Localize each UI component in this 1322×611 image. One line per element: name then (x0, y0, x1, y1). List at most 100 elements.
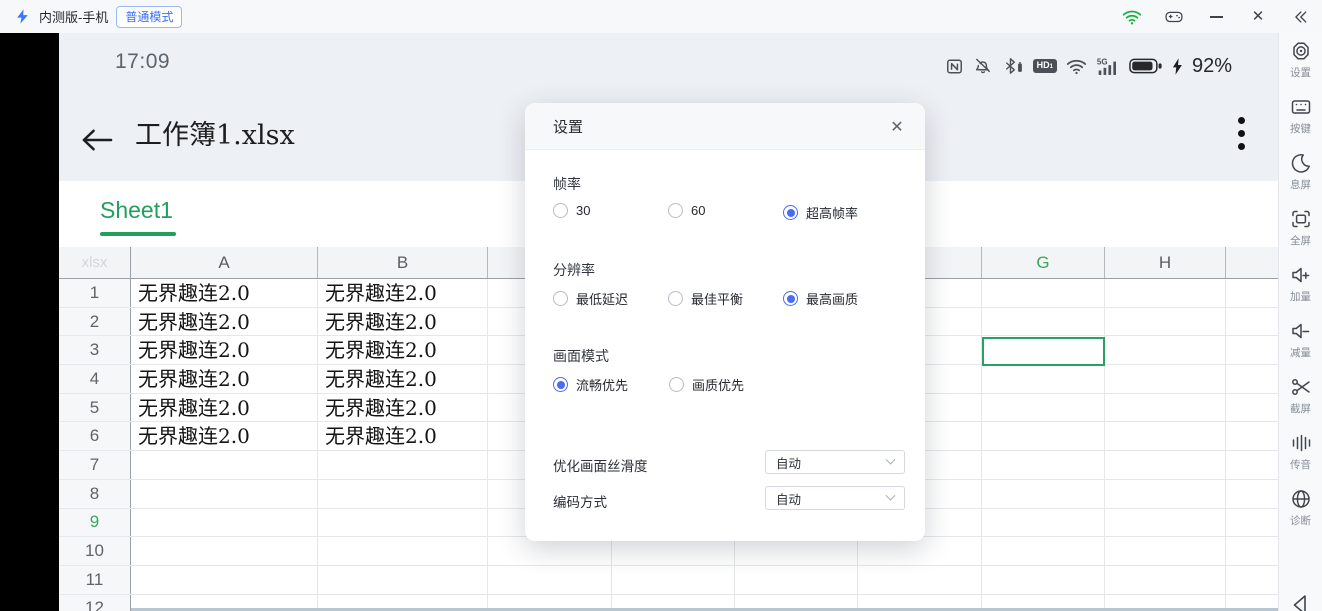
cell[interactable] (1105, 279, 1226, 307)
radio-unselected-icon[interactable] (668, 291, 683, 306)
cell-a3[interactable]: 无界趣连2.0 (131, 336, 318, 364)
row-header-8[interactable]: 8 (59, 480, 131, 508)
radio-option-60[interactable]: 60 (668, 203, 705, 218)
smoothness-dropdown[interactable]: 自动 (765, 450, 905, 474)
cell[interactable] (1226, 394, 1278, 422)
row-header-1[interactable]: 1 (59, 279, 131, 307)
cell[interactable] (982, 394, 1105, 422)
cell[interactable] (982, 566, 1105, 594)
encoding-dropdown[interactable]: 自动 (765, 486, 905, 510)
cell[interactable] (318, 480, 488, 508)
cell-a5[interactable]: 无界趣连2.0 (131, 394, 318, 422)
cell[interactable] (612, 566, 735, 594)
cell[interactable] (982, 308, 1105, 336)
radio-selected-icon[interactable] (783, 205, 798, 220)
row-header-2[interactable]: 2 (59, 308, 131, 336)
cell-a2[interactable]: 无界趣连2.0 (131, 308, 318, 336)
column-header-h[interactable]: H (1105, 247, 1226, 278)
cell[interactable] (982, 509, 1105, 537)
cell[interactable] (1105, 394, 1226, 422)
cell[interactable] (1105, 451, 1226, 479)
column-header-g-selected[interactable]: G (982, 247, 1105, 278)
row-header-5[interactable]: 5 (59, 394, 131, 422)
cell-a6[interactable]: 无界趣连2.0 (131, 422, 318, 450)
radio-unselected-icon[interactable] (668, 203, 683, 218)
cell[interactable] (982, 537, 1105, 565)
sidebar-item-screen-off[interactable]: 息屏 (1279, 152, 1322, 192)
cell-b1[interactable]: 无界趣连2.0 (318, 279, 488, 307)
cell[interactable] (1105, 566, 1226, 594)
cell[interactable] (612, 537, 735, 565)
cell[interactable] (1226, 336, 1278, 364)
cell[interactable] (982, 365, 1105, 393)
cell[interactable] (318, 566, 488, 594)
radio-option-best-quality[interactable]: 最高画质 (783, 289, 858, 308)
cell[interactable] (1105, 509, 1226, 537)
cell-a1[interactable]: 无界趣连2.0 (131, 279, 318, 307)
cell[interactable] (1105, 336, 1226, 364)
cell[interactable] (131, 509, 318, 537)
radio-selected-icon[interactable] (553, 377, 568, 392)
radio-option-quality-first[interactable]: 画质优先 (669, 375, 744, 394)
sidebar-item-keys[interactable]: 按键 (1279, 96, 1322, 136)
cell-b3[interactable]: 无界趣连2.0 (318, 336, 488, 364)
minimize-button[interactable] (1206, 7, 1226, 27)
radio-unselected-icon[interactable] (553, 203, 568, 218)
cell[interactable] (318, 451, 488, 479)
cell-a4[interactable]: 无界趣连2.0 (131, 365, 318, 393)
sidebar-item-screenshot[interactable]: 截屏 (1279, 376, 1322, 416)
sidebar-item-settings[interactable]: 设置 (1279, 40, 1322, 80)
gamepad-icon[interactable] (1164, 7, 1184, 27)
cell-b2[interactable]: 无界趣连2.0 (318, 308, 488, 336)
cell-b5[interactable]: 无界趣连2.0 (318, 394, 488, 422)
cell[interactable] (131, 451, 318, 479)
cell[interactable] (1226, 365, 1278, 393)
cell[interactable] (735, 566, 858, 594)
cell[interactable] (1226, 422, 1278, 450)
cell[interactable] (982, 451, 1105, 479)
back-arrow-icon[interactable] (80, 128, 113, 152)
cell[interactable] (1105, 308, 1226, 336)
row-header-7[interactable]: 7 (59, 451, 131, 479)
cell[interactable] (1105, 422, 1226, 450)
grid-corner-cell[interactable]: xlsx (59, 247, 131, 278)
dialog-close-icon[interactable]: ✕ (885, 115, 909, 139)
radio-unselected-icon[interactable] (553, 291, 568, 306)
cell[interactable] (1105, 537, 1226, 565)
radio-option-smooth-first[interactable]: 流畅优先 (553, 375, 628, 394)
cell[interactable] (1226, 451, 1278, 479)
row-header-11[interactable]: 11 (59, 566, 131, 594)
cell[interactable] (1226, 480, 1278, 508)
row-header-4[interactable]: 4 (59, 365, 131, 393)
radio-option-ultra-framerate[interactable]: 超高帧率 (783, 203, 858, 222)
cell-b4[interactable]: 无界趣连2.0 (318, 365, 488, 393)
radio-option-best-balance[interactable]: 最佳平衡 (668, 289, 743, 308)
column-header-tail[interactable] (1226, 247, 1278, 278)
cell[interactable] (982, 480, 1105, 508)
collapse-sidebar-icon[interactable] (1290, 7, 1310, 27)
cell[interactable] (1226, 279, 1278, 307)
cell[interactable] (1226, 566, 1278, 594)
radio-option-lowest-latency[interactable]: 最低延迟 (553, 289, 628, 308)
sidebar-item-volume-up[interactable]: 加量 (1279, 264, 1322, 304)
cell[interactable] (1226, 308, 1278, 336)
cell[interactable] (488, 566, 612, 594)
sheet-tab[interactable]: Sheet1 (100, 197, 173, 224)
cell[interactable] (131, 480, 318, 508)
cell[interactable] (488, 537, 612, 565)
overflow-menu-icon[interactable] (1236, 117, 1246, 150)
cell[interactable] (1105, 365, 1226, 393)
radio-unselected-icon[interactable] (669, 377, 684, 392)
android-back-icon[interactable] (1289, 593, 1313, 611)
cell[interactable] (1226, 509, 1278, 537)
cell[interactable] (131, 537, 318, 565)
cell[interactable] (131, 566, 318, 594)
sidebar-item-fullscreen[interactable]: 全屏 (1279, 208, 1322, 248)
column-header-a[interactable]: A (131, 247, 318, 278)
row-header-9-selected[interactable]: 9 (59, 509, 131, 537)
row-header-12[interactable]: 12 (59, 595, 131, 611)
cell[interactable] (858, 566, 982, 594)
radio-option-30[interactable]: 30 (553, 203, 590, 218)
close-button[interactable]: ✕ (1248, 7, 1268, 27)
cell[interactable] (858, 537, 982, 565)
